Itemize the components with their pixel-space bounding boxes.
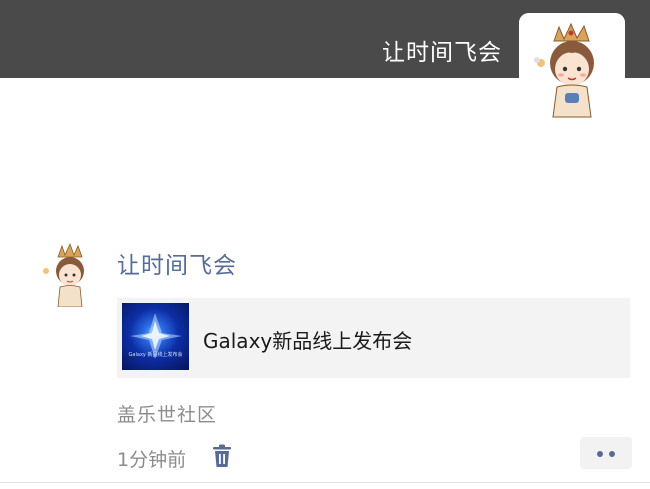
more-button[interactable] bbox=[580, 437, 632, 469]
divider bbox=[0, 482, 650, 483]
galaxy-logo-icon bbox=[130, 313, 182, 359]
more-dots-icon bbox=[597, 451, 603, 457]
avatar-illustration bbox=[36, 239, 104, 307]
thumbnail-caption: Galaxy 新品线上发布会 bbox=[128, 352, 183, 358]
link-card[interactable]: Galaxy 新品线上发布会 Galaxy新品线上发布会 bbox=[117, 298, 630, 378]
link-card-title: Galaxy新品线上发布会 bbox=[203, 329, 413, 353]
post-source[interactable]: 盖乐世社区 bbox=[117, 400, 217, 427]
post-avatar[interactable] bbox=[36, 239, 104, 307]
profile-avatar[interactable] bbox=[519, 13, 625, 119]
post-nickname[interactable]: 让时间飞会 bbox=[117, 246, 237, 280]
avatar-illustration bbox=[519, 13, 625, 119]
more-dots-icon bbox=[609, 451, 615, 457]
trash-icon[interactable] bbox=[211, 444, 233, 468]
link-thumbnail: Galaxy 新品线上发布会 bbox=[122, 303, 189, 370]
post-time: 1分钟前 bbox=[117, 449, 187, 471]
profile-name: 让时间飞会 bbox=[382, 40, 502, 66]
